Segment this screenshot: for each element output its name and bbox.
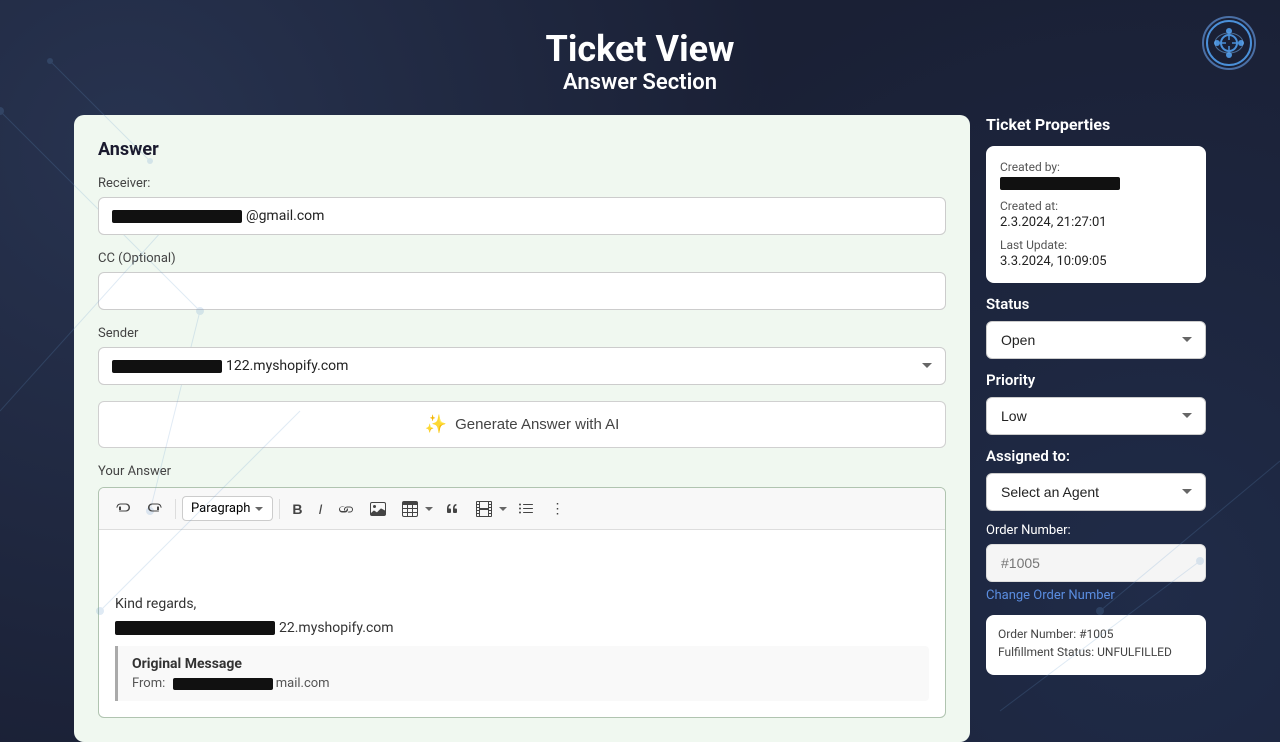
order-number-detail: Order Number: #1005 <box>998 627 1194 641</box>
app-logo <box>1202 16 1256 70</box>
cc-group: CC (Optional) <box>98 251 946 310</box>
created-by-value <box>1000 176 1192 191</box>
link-button[interactable] <box>332 497 360 521</box>
order-number-input[interactable] <box>986 544 1206 582</box>
cc-label: CC (Optional) <box>98 251 946 266</box>
right-panel: Ticket Properties Created by: Created at… <box>986 115 1206 742</box>
bold-button[interactable]: B <box>286 497 308 521</box>
properties-title: Ticket Properties <box>986 115 1206 134</box>
last-update-label: Last Update: <box>1000 238 1192 252</box>
assigned-to-dropdown[interactable]: Select an Agent <box>986 473 1206 511</box>
editor-content[interactable]: Kind regards, 22.myshopify.com Original … <box>99 530 945 717</box>
order-details-card: Order Number: #1005 Fulfillment Status: … <box>986 615 1206 675</box>
properties-card: Created by: Created at: 2.3.2024, 21:27:… <box>986 146 1206 283</box>
page-subtitle: Answer Section <box>0 70 1280 95</box>
fulfillment-status-detail: Fulfillment Status: UNFULFILLED <box>998 645 1194 659</box>
toolbar-sep-2 <box>279 499 280 519</box>
receiver-group: Receiver: @gmail.com <box>98 176 946 235</box>
cc-input[interactable] <box>98 272 946 310</box>
original-message-block: Original Message From: mail.com <box>115 646 929 701</box>
last-update-value: 3.3.2024, 10:09:05 <box>1000 254 1192 269</box>
answer-section-title: Answer <box>98 139 946 160</box>
signature-redacted <box>115 621 275 635</box>
created-by-label: Created by: <box>1000 160 1192 174</box>
assigned-to-title: Assigned to: <box>986 447 1206 465</box>
order-number-label: Order Number: <box>986 523 1206 538</box>
sender-group: Sender 122.myshopify.com <box>98 326 946 385</box>
main-container: Answer Receiver: @gmail.com CC (Optional… <box>50 115 1230 742</box>
kind-regards-text: Kind regards, <box>115 596 929 612</box>
editor-area: Paragraph B I <box>98 487 946 718</box>
sender-select[interactable] <box>98 347 946 385</box>
more-options-button[interactable]: ⋮ <box>544 496 570 521</box>
table-button[interactable] <box>396 497 424 521</box>
created-at-label: Created at: <box>1000 199 1192 213</box>
video-button[interactable] <box>470 497 498 521</box>
receiver-input[interactable] <box>98 197 946 235</box>
original-message-title: Original Message <box>132 656 915 672</box>
list-button[interactable] <box>512 497 540 521</box>
image-button[interactable] <box>364 497 392 521</box>
sender-label: Sender <box>98 326 946 341</box>
ai-sparkle-icon: ✨ <box>425 414 447 435</box>
signature-domain: 22.myshopify.com <box>279 620 394 636</box>
redo-button[interactable] <box>141 497 169 521</box>
editor-toolbar: Paragraph B I <box>99 488 945 530</box>
quote-button[interactable] <box>438 497 466 521</box>
original-message-from: From: mail.com <box>132 676 915 691</box>
generate-ai-button[interactable]: ✨ Generate Answer with AI <box>98 401 946 448</box>
italic-button[interactable]: I <box>313 497 329 521</box>
toolbar-sep-1 <box>175 499 176 519</box>
undo-button[interactable] <box>109 497 137 521</box>
created-at-value: 2.3.2024, 21:27:01 <box>1000 215 1192 230</box>
status-section-title: Status <box>986 295 1206 313</box>
change-order-link[interactable]: Change Order Number <box>986 588 1206 603</box>
page-header: Ticket View Answer Section <box>0 0 1280 115</box>
paragraph-dropdown[interactable]: Paragraph <box>182 496 273 521</box>
receiver-label: Receiver: <box>98 176 946 191</box>
created-by-redacted <box>1000 177 1120 190</box>
priority-section-title: Priority <box>986 371 1206 389</box>
your-answer-label: Your Answer <box>98 464 946 479</box>
answer-panel: Answer Receiver: @gmail.com CC (Optional… <box>74 115 970 742</box>
status-dropdown[interactable]: Open Closed Pending <box>986 321 1206 359</box>
priority-dropdown[interactable]: Low Medium High <box>986 397 1206 435</box>
page-title: Ticket View <box>0 28 1280 70</box>
